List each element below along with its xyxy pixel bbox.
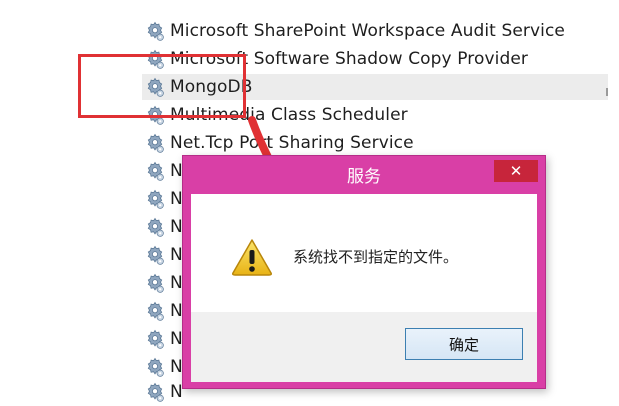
service-name: N (170, 273, 183, 293)
service-name: N (170, 161, 183, 181)
dialog-footer: 确定 (191, 312, 537, 382)
service-row[interactable]: Microsoft SharePoint Workspace Audit Ser… (144, 17, 565, 45)
service-name: MongoDB (170, 77, 253, 97)
gear-icon (144, 188, 166, 210)
service-name: N (170, 189, 183, 209)
gear-icon (144, 160, 166, 182)
close-icon: ✕ (509, 162, 523, 180)
service-row[interactable]: N (144, 297, 183, 325)
ok-button[interactable]: 确定 (405, 328, 523, 360)
gear-icon (144, 244, 166, 266)
service-name: N (170, 329, 183, 349)
service-row[interactable]: N (144, 157, 183, 185)
service-name: Multimedia Class Scheduler (170, 105, 408, 125)
service-row[interactable]: Multimedia Class Scheduler (144, 101, 408, 129)
close-button[interactable]: ✕ (494, 160, 538, 182)
gear-icon (144, 216, 166, 238)
service-name: N (170, 217, 183, 237)
service-name: N (170, 301, 183, 321)
service-row[interactable]: N (144, 325, 183, 353)
service-row[interactable]: N (144, 353, 183, 381)
gear-icon (144, 272, 166, 294)
gear-icon (144, 356, 166, 378)
service-row[interactable]: N (144, 213, 183, 241)
gear-icon (144, 20, 166, 42)
service-row[interactable]: Net.Tcp Port Sharing Service (144, 129, 414, 157)
service-name: N (170, 245, 183, 265)
service-name: Net.Tcp Port Sharing Service (170, 133, 414, 153)
gear-icon (144, 104, 166, 126)
service-row[interactable]: Microsoft Software Shadow Copy Provider (144, 45, 528, 73)
gear-icon (144, 76, 166, 98)
warning-icon (231, 238, 273, 276)
error-dialog: 服务 ✕ 系统找不到指定的文件。 确定 (182, 155, 546, 389)
dialog-body: 系统找不到指定的文件。 确定 (191, 194, 537, 382)
column-divider (606, 88, 608, 96)
service-row[interactable]: N (144, 378, 183, 406)
gear-icon (144, 381, 166, 403)
dialog-message: 系统找不到指定的文件。 (293, 248, 459, 266)
screenshot-root: Microsoft SharePoint Workspace Audit Ser… (0, 0, 619, 406)
gear-icon (144, 300, 166, 322)
gear-icon (144, 132, 166, 154)
dialog-title: 服务 (347, 167, 381, 187)
gear-icon (144, 48, 166, 70)
dialog-titlebar[interactable]: 服务 ✕ (183, 156, 545, 192)
service-row[interactable]: N (144, 185, 183, 213)
service-name: N (170, 382, 183, 402)
service-row[interactable]: N (144, 269, 183, 297)
service-name: N (170, 357, 183, 377)
service-name: Microsoft SharePoint Workspace Audit Ser… (170, 21, 565, 41)
service-row[interactable]: N (144, 241, 183, 269)
service-row-mongodb[interactable]: MongoDB (142, 73, 606, 101)
service-name: Microsoft Software Shadow Copy Provider (170, 49, 529, 69)
gear-icon (144, 328, 166, 350)
